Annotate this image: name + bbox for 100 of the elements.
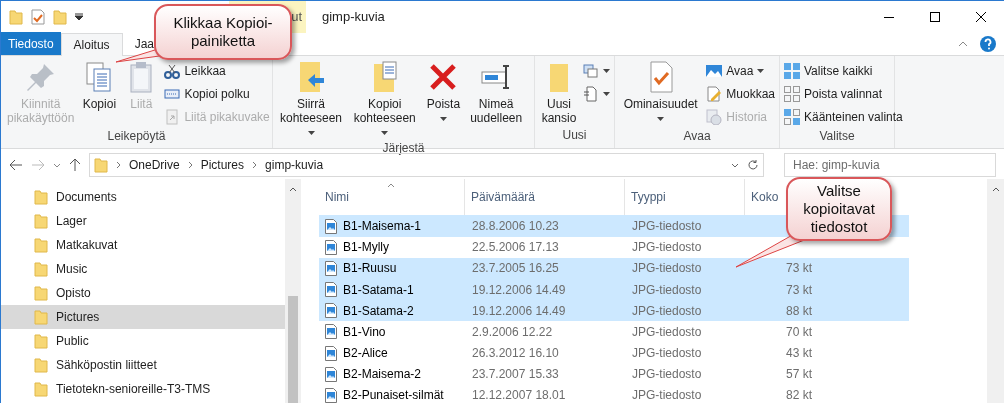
chevron-icon [116, 161, 121, 169]
nav-item[interactable]: Music [1, 257, 285, 281]
file-type: JPG-tiedosto [631, 345, 703, 363]
folder-icon [34, 309, 48, 325]
file-name: B2-Punaiset-silmät [343, 387, 444, 403]
file-row[interactable]: B1-Satama-1 19.12.2006 14.49 JPG-tiedosto 73 kt [319, 278, 909, 301]
nav-item[interactable]: Matkakuvat [1, 233, 285, 257]
nav-item[interactable]: Sähköpostin liitteet [1, 353, 285, 377]
file-type: JPG-tiedosto [631, 302, 703, 320]
refresh-icon[interactable] [747, 159, 759, 171]
file-size: 70 kt [786, 324, 812, 339]
folder-icon [53, 9, 67, 25]
folder-icon [34, 189, 48, 205]
ribbon-button[interactable]: Kopioi polku [164, 83, 270, 104]
file-size: 73 kt [786, 282, 812, 297]
file-tab[interactable]: Tiedosto [1, 32, 61, 55]
folder-icon [34, 357, 48, 373]
breadcrumb[interactable]: gimp-kuvia [265, 156, 324, 174]
folder-icon [34, 381, 48, 397]
dropdown-icon[interactable] [731, 162, 739, 168]
select-all-icon [784, 62, 800, 79]
ribbon-button[interactable]: Avaa [706, 60, 775, 81]
nav-item[interactable]: Lager [1, 209, 285, 233]
ribbon-button[interactable]: Muokkaa [706, 83, 775, 104]
close-icon [976, 12, 986, 22]
scissors-icon [164, 62, 181, 79]
file-date: 19.12.2006 14.49 [471, 302, 567, 320]
nav-item[interactable]: Pictures [1, 305, 285, 329]
file-name: B1-Vino [343, 323, 386, 341]
file-name: B1-Maisema-1 [343, 218, 422, 235]
file-type: JPG-tiedosto [631, 387, 703, 403]
scrollbar[interactable] [987, 179, 1004, 403]
file-type: JPG-tiedosto [631, 239, 703, 257]
folder-icon [34, 333, 48, 349]
ribbon-button[interactable]: Poista [424, 60, 463, 139]
ribbon-button[interactable]: Uusi kansio [539, 60, 579, 126]
callout: Klikkaa Kopioi-painiketta [154, 4, 292, 60]
file-name: B1-Satama-1 [343, 281, 414, 299]
file-name: B2-Maisema-2 [343, 366, 422, 384]
group-label: Valitse [818, 128, 856, 145]
folder-icon [34, 285, 48, 301]
file-row[interactable]: B2-Maisema-2 23.7.2007 15.33 JPG-tiedosto 57 kt [319, 363, 909, 385]
ribbon-tab[interactable]: Aloitus [60, 33, 123, 56]
file-size: 82 kt [786, 388, 812, 403]
file-size: 73 kt [786, 261, 812, 276]
scroll-up-icon[interactable] [289, 187, 297, 192]
help-icon[interactable] [980, 36, 996, 52]
ribbon-button[interactable]: Siirrä kohteeseen [277, 60, 346, 139]
file-type: JPG-tiedosto [631, 218, 703, 235]
nav-item[interactable]: Documents [1, 185, 285, 209]
breadcrumb[interactable]: Pictures [200, 156, 245, 174]
ribbon-button[interactable]: Käänteinen valinta [784, 106, 903, 127]
up-icon[interactable] [69, 158, 81, 172]
scroll-up-icon[interactable] [991, 187, 1000, 192]
file-type: JPG-tiedosto [631, 281, 703, 299]
chevron-icon [187, 161, 193, 169]
ribbon-button[interactable]: Kopioi [80, 60, 119, 127]
ribbon-button[interactable] [583, 83, 610, 104]
ribbon-button[interactable]: Nimeä uudelleen [466, 60, 526, 139]
ribbon-button[interactable]: Kopioi kohteeseen [349, 60, 421, 139]
search-field[interactable]: Hae: gimp-kuvia [784, 153, 996, 177]
file-row[interactable]: B1-Vino 2.9.2006 12.22 JPG-tiedosto 70 kt [319, 321, 909, 343]
nav-item[interactable]: Opisto [1, 281, 285, 305]
nav-item[interactable]: Tietotekn-senioreille-T3-TMS [1, 377, 285, 401]
file-date: 19.12.2006 14.49 [471, 281, 567, 299]
ribbon-button[interactable]: Valitse kaikki [784, 60, 903, 81]
file-row[interactable]: B1-Satama-2 19.12.2006 14.49 JPG-tiedosto 88 kt [319, 300, 909, 322]
edit-icon [706, 85, 723, 102]
new-document-icon [583, 85, 599, 102]
file-date: 26.3.2012 16.10 [471, 345, 560, 363]
scrollbar[interactable] [285, 179, 301, 403]
file-type: JPG-tiedosto [631, 366, 703, 384]
folder-icon [9, 9, 23, 25]
sort-icon [387, 183, 395, 188]
image-file-icon [325, 239, 337, 255]
image-file-icon [325, 282, 337, 298]
collapse-icon[interactable] [958, 41, 968, 47]
back-icon[interactable] [9, 159, 23, 171]
invert-selection-icon [784, 108, 800, 125]
maximize-icon [930, 12, 940, 22]
recent-locations-icon[interactable] [53, 162, 61, 168]
column-header[interactable]: Koko [745, 179, 785, 216]
file-name: B1-Ruusu [343, 260, 397, 278]
file-date: 28.8.2006 10.23 [471, 218, 560, 235]
context-tab[interactable]: ut [291, 7, 302, 27]
ribbon-button[interactable]: Poista valinnat [784, 83, 903, 104]
file-row[interactable]: B2-Alice 26.3.2012 16.10 JPG-tiedosto 43 kt [319, 342, 909, 364]
file-type: JPG-tiedosto [631, 260, 703, 278]
group-label: Uusi [561, 127, 588, 144]
file-row[interactable]: B1-Ruusu 23.7.2005 16.25 JPG-tiedosto 73 kt [319, 257, 909, 279]
properties-icon [31, 9, 45, 25]
history-icon [706, 108, 723, 125]
image-file-icon [325, 218, 337, 234]
nav-item[interactable]: Public [1, 329, 285, 353]
ribbon-button[interactable]: Leikkaa [164, 60, 270, 81]
file-row[interactable]: B2-Punaiset-silmät 12.12.2007 18.01 JPG-tiedosto 82 kt [319, 384, 909, 403]
address-field[interactable]: OneDrive Pictures gimp-kuvia [89, 153, 764, 177]
breadcrumb[interactable]: OneDrive [129, 156, 180, 174]
caret-icon [75, 13, 83, 21]
ribbon-button[interactable]: Ominaisuudet [619, 60, 703, 127]
